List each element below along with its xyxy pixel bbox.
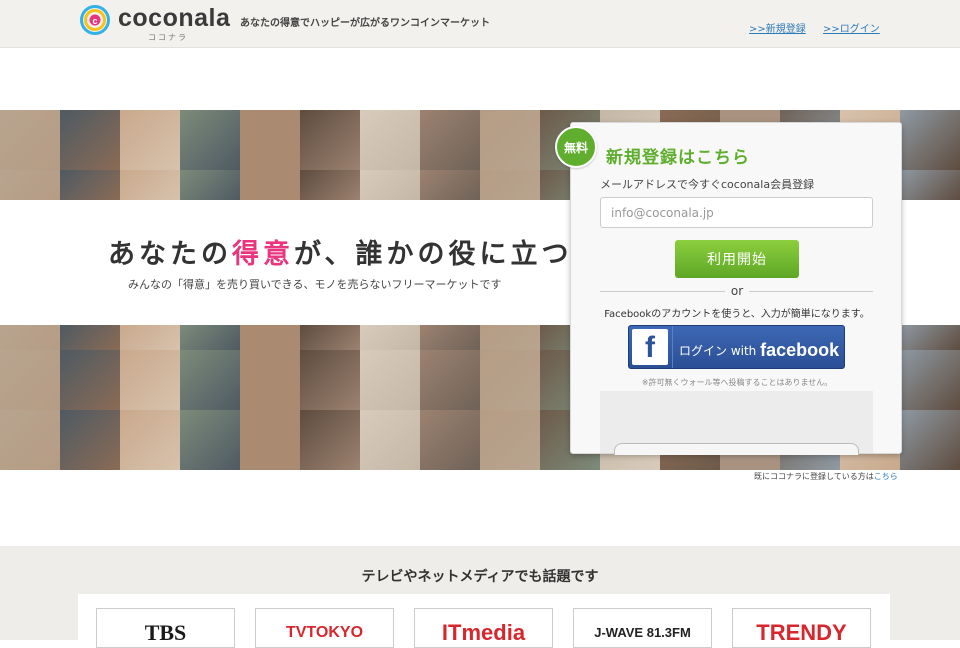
user-photo-tile — [480, 410, 540, 470]
user-photo-tile — [480, 350, 540, 410]
logo-kana: ココナラ — [148, 33, 188, 42]
already-registered-text: 既にココナラに登録している方は — [754, 472, 874, 481]
signup-link[interactable]: >>新規登録 — [749, 20, 806, 35]
email-label: メールアドレスで今すぐcoconala会員登録 — [600, 178, 815, 191]
user-photo-tile — [900, 325, 960, 350]
hero-subtitle: みんなの「得意」を売り買いできる、モノを売らないフリーマーケットです — [128, 278, 502, 291]
facebook-warning: ※許可無くウォール等へ投稿することはありません。 — [641, 378, 833, 387]
facebook-f-icon: f — [632, 329, 668, 365]
user-photo-tile — [420, 325, 480, 350]
or-text: or — [571, 284, 903, 298]
media-logo-itmedia: ITmedia — [414, 608, 553, 648]
user-photo-tile — [0, 110, 60, 170]
svg-text:c: c — [92, 16, 97, 26]
free-badge: 無料 — [555, 126, 597, 168]
user-photo-tile — [360, 110, 420, 170]
register-title: 新規登録はこちら — [606, 148, 750, 168]
or-text-label: or — [724, 284, 750, 298]
user-photo-tile — [480, 325, 540, 350]
user-photo-tile — [120, 170, 180, 200]
user-photo-tile — [120, 325, 180, 350]
media-logo-trendy-text: TRENDY — [756, 620, 847, 645]
hero-title-post: が、誰かの役に立つ — [294, 239, 573, 270]
user-photo-tile — [0, 325, 60, 350]
user-photo-tile — [420, 410, 480, 470]
user-photo-tile — [360, 170, 420, 200]
login-link[interactable]: >>ログイン — [823, 20, 880, 35]
site-header: c coconala ココナラ あなたの得意でハッピーが広がるワンコインマーケッ… — [0, 0, 960, 48]
user-photo-tile — [60, 410, 120, 470]
user-photo-tile — [360, 350, 420, 410]
hero-title-pre: あなたの — [108, 239, 232, 270]
start-button[interactable]: 利用開始 — [675, 240, 799, 278]
user-photo-tile — [120, 410, 180, 470]
user-photo-tile — [300, 170, 360, 200]
user-photo-tile — [240, 410, 300, 470]
user-photo-tile — [240, 350, 300, 410]
media-section: テレビやネットメディアでも話題です TBS TVTOKYO ITmedia J-… — [0, 546, 960, 648]
user-photo-tile — [180, 170, 240, 200]
logo-text[interactable]: coconala — [118, 4, 230, 33]
media-logo-tvtokyo-text: TVTOKYO — [285, 624, 364, 641]
media-logo-tbs-text: TBS — [144, 620, 187, 645]
media-logo-tvtokyo: TVTOKYO — [255, 608, 394, 648]
media-logo-itmedia-text: ITmedia — [441, 620, 526, 645]
user-photo-tile — [0, 410, 60, 470]
media-logo-strip: TBS TVTOKYO ITmedia J-WAVE 81.3FM TRENDY — [78, 594, 890, 648]
hero-title: あなたの得意が、誰かの役に立つ — [108, 232, 572, 271]
facebook-button-prefix: ログイン with — [679, 344, 757, 358]
user-photo-tile — [240, 170, 300, 200]
site-tagline: あなたの得意でハッピーが広がるワンコインマーケット — [240, 18, 490, 29]
already-registered-link[interactable]: こちら — [874, 472, 898, 481]
facebook-login-button[interactable]: f ログイン with facebook — [628, 325, 845, 369]
user-photo-tile — [900, 350, 960, 410]
user-photo-tile — [420, 350, 480, 410]
user-photo-tile — [420, 110, 480, 170]
panel-lower-area — [600, 391, 873, 455]
media-title: テレビやネットメディアでも話題です — [361, 569, 599, 585]
user-photo-tile — [120, 110, 180, 170]
already-registered-note: 既にココナラに登録している方はこちら — [754, 471, 898, 482]
coconala-logo-icon[interactable]: c — [80, 5, 110, 35]
user-photo-tile — [180, 325, 240, 350]
user-photo-tile — [180, 110, 240, 170]
user-photo-tile — [300, 325, 360, 350]
user-photo-tile — [180, 410, 240, 470]
facebook-button-label: ログイン with facebook — [679, 339, 839, 360]
user-photo-tile — [900, 170, 960, 200]
media-logo-trendy: TRENDY — [732, 608, 871, 648]
hero-title-highlight: 得意 — [232, 239, 294, 270]
user-photo-tile — [60, 110, 120, 170]
media-logo-jwave-text: J-WAVE 81.3FM — [594, 625, 691, 640]
user-photo-tile — [60, 325, 120, 350]
email-input[interactable] — [600, 197, 873, 228]
user-photo-tile — [60, 170, 120, 200]
user-photo-tile — [120, 350, 180, 410]
user-photo-tile — [480, 110, 540, 170]
user-photo-tile — [360, 410, 420, 470]
user-photo-tile — [300, 410, 360, 470]
facebook-note: Facebookのアカウントを使うと、入力が簡単になります。 — [604, 309, 870, 320]
user-photo-tile — [240, 325, 300, 350]
user-photo-tile — [360, 325, 420, 350]
media-logo-tbs: TBS — [96, 608, 235, 648]
facebook-button-divider — [672, 326, 673, 368]
user-photo-tile — [180, 350, 240, 410]
media-logo-jwave: J-WAVE 81.3FM — [573, 608, 712, 648]
user-photo-tile — [300, 110, 360, 170]
user-photo-tile — [240, 110, 300, 170]
user-photo-tile — [480, 170, 540, 200]
user-photo-tile — [300, 350, 360, 410]
user-photo-tile — [60, 350, 120, 410]
register-panel: 無料 新規登録はこちら メールアドレスで今すぐcoconala会員登録 利用開始… — [555, 122, 903, 455]
user-photo-tile — [420, 170, 480, 200]
user-photo-tile — [900, 410, 960, 470]
user-photo-tile — [0, 170, 60, 200]
panel-lower-edge — [614, 443, 859, 455]
facebook-wordmark: facebook — [760, 340, 840, 360]
user-photo-tile — [0, 350, 60, 410]
user-photo-tile — [900, 110, 960, 170]
